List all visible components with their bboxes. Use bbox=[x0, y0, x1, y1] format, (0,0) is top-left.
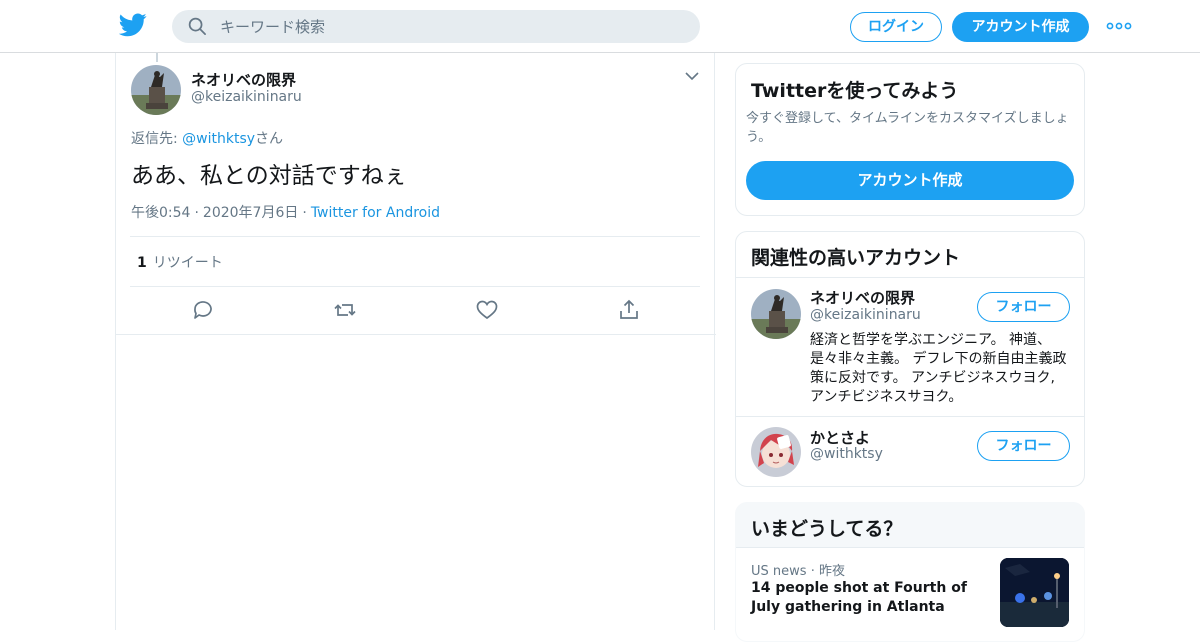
tweet-time[interactable]: 午後0:54 bbox=[131, 205, 190, 221]
reply-to-link[interactable]: @withktsy bbox=[182, 131, 255, 147]
divider bbox=[116, 334, 716, 335]
tweet-source-link[interactable]: Twitter for Android bbox=[311, 205, 440, 221]
related-account-item[interactable]: かとさよ @withktsy フォロー bbox=[736, 417, 1084, 486]
create-account-button[interactable]: アカウント作成 bbox=[746, 161, 1074, 200]
trend-dot: · bbox=[810, 564, 815, 579]
tweet-date[interactable]: 2020年7月6日 bbox=[203, 205, 298, 221]
reply-prefix: 返信先: bbox=[131, 131, 183, 147]
like-icon[interactable] bbox=[475, 298, 499, 322]
trend-headline[interactable]: 14 people shot at Fourth of July gatheri… bbox=[751, 579, 981, 617]
related-account-item[interactable]: ネオリベの限界 @keizaikininaru 経済と哲学を学ぶエンジニア。 神… bbox=[736, 278, 1084, 416]
retweet-count: 1 bbox=[137, 255, 147, 271]
retweet-count-label: リツイート bbox=[152, 255, 223, 271]
divider bbox=[130, 286, 700, 287]
avatar[interactable] bbox=[751, 427, 801, 477]
trend-thumbnail[interactable] bbox=[1000, 558, 1069, 627]
login-button[interactable]: ログイン bbox=[850, 12, 942, 42]
trend-time: 昨夜 bbox=[818, 564, 845, 579]
thread-connector bbox=[156, 53, 158, 62]
meta-dot: · bbox=[302, 205, 307, 221]
account-name[interactable]: かとさよ bbox=[810, 427, 870, 448]
trend-category: US news · 昨夜 bbox=[751, 560, 845, 579]
search-box bbox=[172, 10, 700, 43]
author-handle[interactable]: @keizaikininaru bbox=[191, 89, 302, 105]
author-name[interactable]: ネオリベの限界 bbox=[191, 69, 296, 90]
retweet-icon[interactable] bbox=[333, 298, 357, 322]
account-handle[interactable]: @withktsy bbox=[810, 446, 883, 462]
trends-card: いまどうしてる？ US news · 昨夜 14 people shot at … bbox=[735, 502, 1085, 642]
account-bio: 経済と哲学を学ぶエンジニア。 神道、是々非々主義。 デフレ下の新自由主義政策に反… bbox=[810, 332, 1067, 405]
signup-button[interactable]: アカウント作成 bbox=[952, 12, 1089, 42]
top-navigation-bar: ログイン アカウント作成 bbox=[0, 0, 1200, 53]
trends-title: いまどうしてる？ bbox=[751, 518, 903, 540]
account-handle[interactable]: @keizaikininaru bbox=[810, 307, 921, 323]
twitter-bird-icon[interactable] bbox=[119, 13, 147, 37]
related-accounts-title: 関連性の高いアカウント bbox=[751, 247, 961, 269]
trend-item[interactable]: US news · 昨夜 14 people shot at Fourth of… bbox=[736, 548, 1084, 641]
reply-suffix: さん bbox=[255, 131, 284, 147]
search-input[interactable] bbox=[220, 10, 680, 43]
share-icon[interactable] bbox=[617, 298, 641, 322]
signup-card: Twitterを使ってみよう 今すぐ登録して、タイムラインをカスタマイズしましょ… bbox=[735, 63, 1085, 216]
meta-dot: · bbox=[194, 205, 199, 221]
divider bbox=[130, 236, 700, 237]
chevron-down-icon[interactable] bbox=[685, 71, 699, 81]
account-name[interactable]: ネオリベの限界 bbox=[810, 287, 915, 308]
related-accounts-card: 関連性の高いアカウント ネオリベの限界 @keizaikininaru 経済と哲… bbox=[735, 231, 1085, 487]
tweet-stats[interactable]: 1 リツイート bbox=[137, 252, 223, 272]
search-icon bbox=[188, 17, 206, 35]
tweet-metadata: 午後0:54 · 2020年7月6日 · Twitter for Android bbox=[131, 202, 440, 222]
signup-card-description: 今すぐ登録して、タイムラインをカスタマイズしましょう。 bbox=[746, 111, 1069, 145]
author-avatar[interactable] bbox=[131, 65, 181, 115]
tweet-detail-column: ネオリベの限界 @keizaikininaru 返信先: @withktsyさん… bbox=[115, 53, 716, 630]
follow-button[interactable]: フォロー bbox=[977, 431, 1070, 461]
more-icon[interactable] bbox=[1106, 18, 1132, 34]
reply-icon[interactable] bbox=[191, 298, 215, 322]
tweet-text: ああ、私との対話ですねぇ bbox=[131, 163, 407, 189]
follow-button[interactable]: フォロー bbox=[977, 292, 1070, 322]
avatar[interactable] bbox=[751, 289, 801, 339]
trend-category-label: US news bbox=[751, 564, 807, 579]
reply-context: 返信先: @withktsyさん bbox=[131, 128, 283, 148]
tweet-actions bbox=[116, 298, 716, 324]
signup-card-title: Twitterを使ってみよう bbox=[751, 80, 959, 102]
